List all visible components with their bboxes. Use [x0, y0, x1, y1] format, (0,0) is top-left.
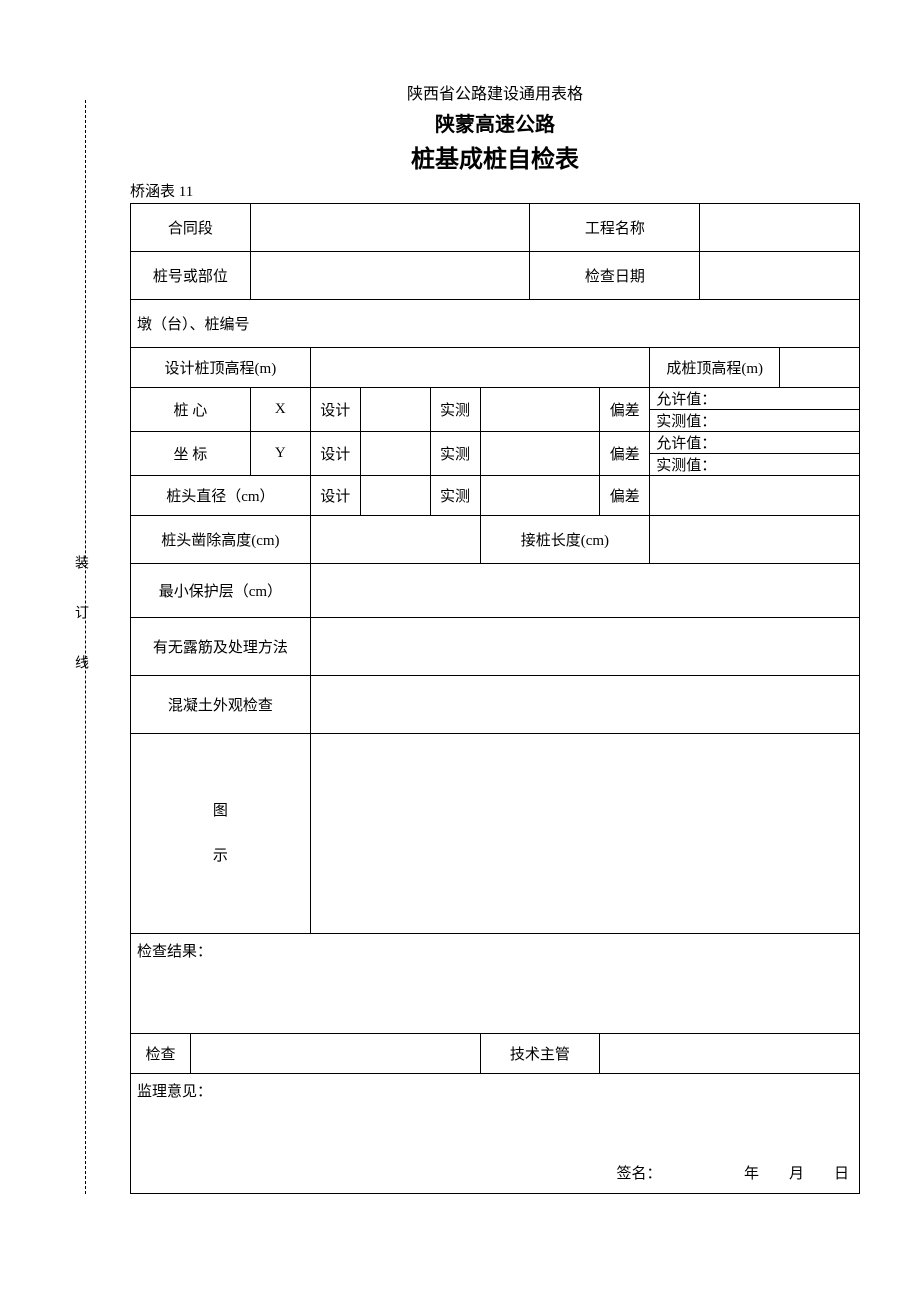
label-y: Y	[250, 432, 310, 476]
value-concrete-appearance	[310, 676, 859, 734]
value-project-name	[700, 204, 860, 252]
value-x-measured	[480, 388, 600, 432]
binding-char-3: 线	[70, 655, 90, 669]
label-dia-deviation: 偏差	[600, 476, 650, 516]
label-actual-top-elev: 成桩顶高程(m)	[650, 348, 780, 388]
binding-line	[85, 100, 86, 1194]
label-pile-part: 桩号或部位	[131, 252, 251, 300]
inspection-table: 合同段 工程名称 桩号或部位 检查日期 墩（台）、桩编号 设计桩顶高程(m) 成…	[130, 203, 860, 1194]
label-project-name: 工程名称	[530, 204, 700, 252]
label-x-measured-val: 实测值：	[650, 410, 860, 432]
diagram-char-2: 示	[137, 834, 304, 879]
label-pile-center: 桩 心	[131, 388, 251, 432]
value-splice-length	[650, 516, 860, 564]
label-chisel-height: 桩头凿除高度(cm)	[131, 516, 311, 564]
form-number: 桥涵表 11	[130, 180, 860, 201]
label-tech-supervisor: 技术主管	[480, 1034, 600, 1074]
label-concrete-appearance: 混凝土外观检查	[131, 676, 311, 734]
label-diagram: 图 示	[131, 734, 311, 934]
label-x-allowed: 允许值：	[650, 388, 860, 410]
binding-char-1: 装	[70, 555, 90, 569]
label-dia-design: 设计	[310, 476, 360, 516]
label-dia-measured: 实测	[430, 476, 480, 516]
label-y-measured-val: 实测值：	[650, 454, 860, 476]
value-diagram	[310, 734, 859, 934]
label-min-cover: 最小保护层（cm）	[131, 564, 311, 618]
label-x-design: 设计	[310, 388, 360, 432]
label-checker: 检查	[131, 1034, 191, 1074]
label-x: X	[250, 388, 310, 432]
label-check-date: 检查日期	[530, 252, 700, 300]
header-highway: 陕蒙高速公路	[130, 108, 860, 137]
value-exposed-rebar	[310, 618, 859, 676]
label-supervisor-opinion: 监理意见：	[131, 1074, 860, 1154]
label-contract-section: 合同段	[131, 204, 251, 252]
value-dia-design	[360, 476, 430, 516]
value-pile-part	[250, 252, 530, 300]
value-dia-measured	[480, 476, 600, 516]
value-check-date	[700, 252, 860, 300]
value-contract-section	[250, 204, 530, 252]
value-design-top-elev	[310, 348, 650, 388]
label-pier-pile-no: 墩（台）、桩编号	[131, 300, 860, 348]
value-actual-top-elev	[780, 348, 860, 388]
label-exposed-rebar: 有无露筋及处理方法	[131, 618, 311, 676]
value-y-measured	[480, 432, 600, 476]
value-x-design	[360, 388, 430, 432]
label-x-measured: 实测	[430, 388, 480, 432]
label-design-top-elev: 设计桩顶高程(m)	[131, 348, 311, 388]
value-dia-deviation	[650, 476, 860, 516]
value-chisel-height	[310, 516, 480, 564]
label-y-deviation: 偏差	[600, 432, 650, 476]
binding-char-2: 订	[70, 605, 90, 619]
label-check-result: 检查结果：	[131, 934, 860, 1034]
header-province: 陕西省公路建设通用表格	[130, 80, 860, 104]
label-head-diameter: 桩头直径（cm）	[131, 476, 311, 516]
value-min-cover	[310, 564, 859, 618]
label-y-measured: 实测	[430, 432, 480, 476]
value-checker	[190, 1034, 480, 1074]
value-y-design	[360, 432, 430, 476]
label-splice-length: 接桩长度(cm)	[480, 516, 650, 564]
diagram-char-1: 图	[137, 789, 304, 834]
label-coord: 坐 标	[131, 432, 251, 476]
label-x-deviation: 偏差	[600, 388, 650, 432]
label-y-allowed: 允许值：	[650, 432, 860, 454]
header-title: 桩基成桩自检表	[130, 139, 860, 174]
label-y-design: 设计	[310, 432, 360, 476]
value-tech-supervisor	[600, 1034, 860, 1074]
signature-line: 签名： 年 月 日	[131, 1154, 860, 1194]
